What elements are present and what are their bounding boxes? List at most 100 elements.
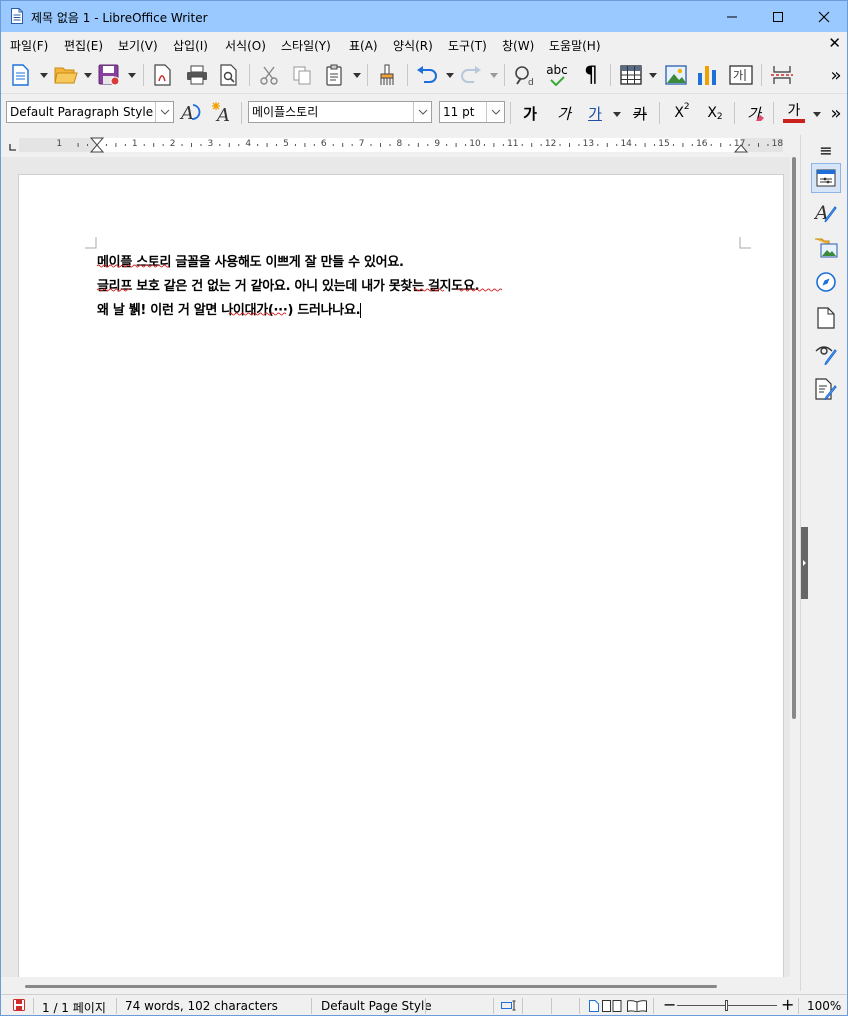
font-size-combo[interactable]: 11 pt: [439, 101, 505, 123]
menu-edit[interactable]: 편집(E): [64, 37, 103, 54]
undo-dropdown-arrow[interactable]: [446, 73, 454, 78]
single-page-view-icon[interactable]: [589, 1000, 599, 1012]
menu-styles[interactable]: 스타일(Y): [281, 37, 331, 54]
menu-view[interactable]: 보기(V): [118, 37, 158, 54]
scrollbar-thumb[interactable]: [792, 157, 796, 719]
font-color-dropdown-arrow[interactable]: [813, 112, 821, 117]
horizontal-scrollbar[interactable]: [1, 979, 799, 992]
new-style-button[interactable]: A: [210, 100, 236, 126]
more-chevron-icon: »: [830, 102, 842, 124]
menu-insert[interactable]: 삽입(I): [173, 37, 208, 54]
zoom-slider[interactable]: [677, 1000, 777, 1011]
save-dropdown-arrow[interactable]: [128, 73, 136, 78]
redo-dropdown-arrow[interactable]: [490, 73, 498, 78]
clone-formatting-button[interactable]: [375, 63, 399, 87]
close-document-button[interactable]: ✕: [828, 34, 841, 52]
copy-button[interactable]: [290, 63, 314, 87]
document-area[interactable]: 메이플 스토리 글꼴을 사용해도 이쁘게 잘 만들 수 있어요. 글리프 보호 …: [1, 157, 791, 977]
redo-button[interactable]: [459, 63, 483, 87]
chevron-down-icon[interactable]: [155, 102, 173, 122]
update-style-button[interactable]: A: [178, 100, 204, 126]
book-view-icon[interactable]: [627, 1000, 647, 1012]
formatting-overflow-button[interactable]: »: [827, 101, 845, 125]
insert-page-break-button[interactable]: [769, 63, 795, 87]
new-document-icon: [12, 64, 29, 86]
sidebar-manage-changes-button[interactable]: [813, 376, 839, 402]
pilcrow-icon: ¶: [584, 62, 598, 88]
save-button[interactable]: [97, 63, 121, 87]
print-button[interactable]: [184, 63, 210, 87]
underline-dropdown-arrow[interactable]: [613, 112, 621, 117]
ruler-label: 15: [658, 139, 670, 149]
chevron-down-icon[interactable]: [413, 102, 431, 122]
document-page[interactable]: 메이플 스토리 글꼴을 사용해도 이쁘게 잘 만들 수 있어요. 글리프 보호 …: [19, 175, 783, 977]
open-button[interactable]: [53, 63, 79, 87]
sidebar-menu-button[interactable]: ≡: [813, 137, 839, 163]
find-replace-button[interactable]: d: [512, 63, 538, 87]
properties-icon: [816, 169, 836, 187]
sidebar-navigator-button[interactable]: [813, 269, 839, 295]
document-modified-icon[interactable]: [13, 999, 25, 1011]
cut-button[interactable]: [257, 63, 281, 87]
multi-page-view-icon[interactable]: [602, 1000, 622, 1012]
insert-chart-button[interactable]: [695, 63, 719, 87]
menu-file[interactable]: 파일(F): [10, 37, 48, 54]
insert-table-button[interactable]: [618, 63, 644, 87]
clear-formatting-button[interactable]: 가: [741, 101, 767, 125]
paragraph-style-combo[interactable]: Default Paragraph Style: [6, 101, 174, 123]
italic-button[interactable]: 가: [551, 101, 577, 125]
insert-text-box-button[interactable]: 가: [728, 63, 754, 87]
sidebar-properties-button[interactable]: [811, 163, 841, 193]
italic-label: 가: [557, 104, 571, 123]
insert-image-button[interactable]: [664, 63, 688, 87]
sidebar-styles-button[interactable]: A: [813, 199, 839, 225]
paste-button[interactable]: [323, 63, 347, 87]
sidebar-style-inspector-button[interactable]: [813, 341, 839, 367]
export-pdf-button[interactable]: [151, 63, 175, 87]
sidebar-gallery-button[interactable]: [813, 234, 839, 260]
scrollbar-thumb[interactable]: [25, 985, 717, 988]
zoom-in-button[interactable]: +: [781, 995, 794, 1014]
page-count[interactable]: 1 / 1 페이지: [42, 999, 106, 1015]
font-color-button[interactable]: 가: [781, 101, 807, 125]
strikethrough-label: 카: [633, 104, 647, 123]
menu-tools[interactable]: 도구(T): [448, 37, 487, 54]
word-count[interactable]: 74 words, 102 characters: [125, 999, 278, 1013]
vertical-scrollbar[interactable]: [790, 157, 799, 977]
open-dropdown-arrow[interactable]: [84, 73, 92, 78]
horizontal-ruler[interactable]: 1 1 2 3 4 5 6 7 8 9 10 11 12 13 14 15 16 17 18: [1, 135, 799, 155]
new-document-button[interactable]: [9, 63, 33, 87]
maximize-button[interactable]: [755, 1, 801, 32]
undo-button[interactable]: [415, 63, 439, 87]
sidebar-collapse-handle[interactable]: [801, 527, 808, 599]
image-icon: [665, 65, 687, 85]
toolbar-overflow-button[interactable]: »: [827, 63, 845, 87]
minimize-button[interactable]: [709, 1, 755, 32]
update-style-icon: A: [179, 103, 201, 124]
menu-format[interactable]: 서식(O): [225, 37, 266, 54]
formatting-marks-button[interactable]: ¶: [579, 62, 603, 88]
menu-table[interactable]: 표(A): [349, 37, 378, 54]
zoom-out-button[interactable]: −: [663, 995, 676, 1014]
strikethrough-button[interactable]: 카: [627, 101, 653, 125]
subscript-button[interactable]: X2: [702, 101, 728, 125]
paste-dropdown-arrow[interactable]: [353, 73, 361, 78]
spell-check-underline: [96, 264, 503, 316]
print-preview-button[interactable]: [217, 63, 241, 87]
chevron-down-icon[interactable]: [486, 102, 504, 122]
table-dropdown-arrow[interactable]: [649, 73, 657, 78]
underline-button[interactable]: 가: [583, 101, 607, 125]
new-dropdown-arrow[interactable]: [40, 73, 48, 78]
close-window-button[interactable]: [801, 1, 847, 32]
spelling-button[interactable]: abc: [544, 61, 570, 89]
insert-mode-icon[interactable]: [501, 1000, 517, 1011]
font-name-combo[interactable]: 메이플스토리: [248, 101, 432, 123]
zoom-level[interactable]: 100%: [807, 999, 841, 1013]
page-style[interactable]: Default Page Style: [321, 999, 432, 1013]
superscript-button[interactable]: X2: [669, 101, 695, 125]
menu-window[interactable]: 창(W): [502, 37, 534, 54]
sidebar-page-button[interactable]: [813, 305, 839, 331]
bold-button[interactable]: 가: [517, 101, 543, 125]
menu-help[interactable]: 도움말(H): [549, 37, 601, 54]
menu-form[interactable]: 양식(R): [393, 37, 433, 54]
